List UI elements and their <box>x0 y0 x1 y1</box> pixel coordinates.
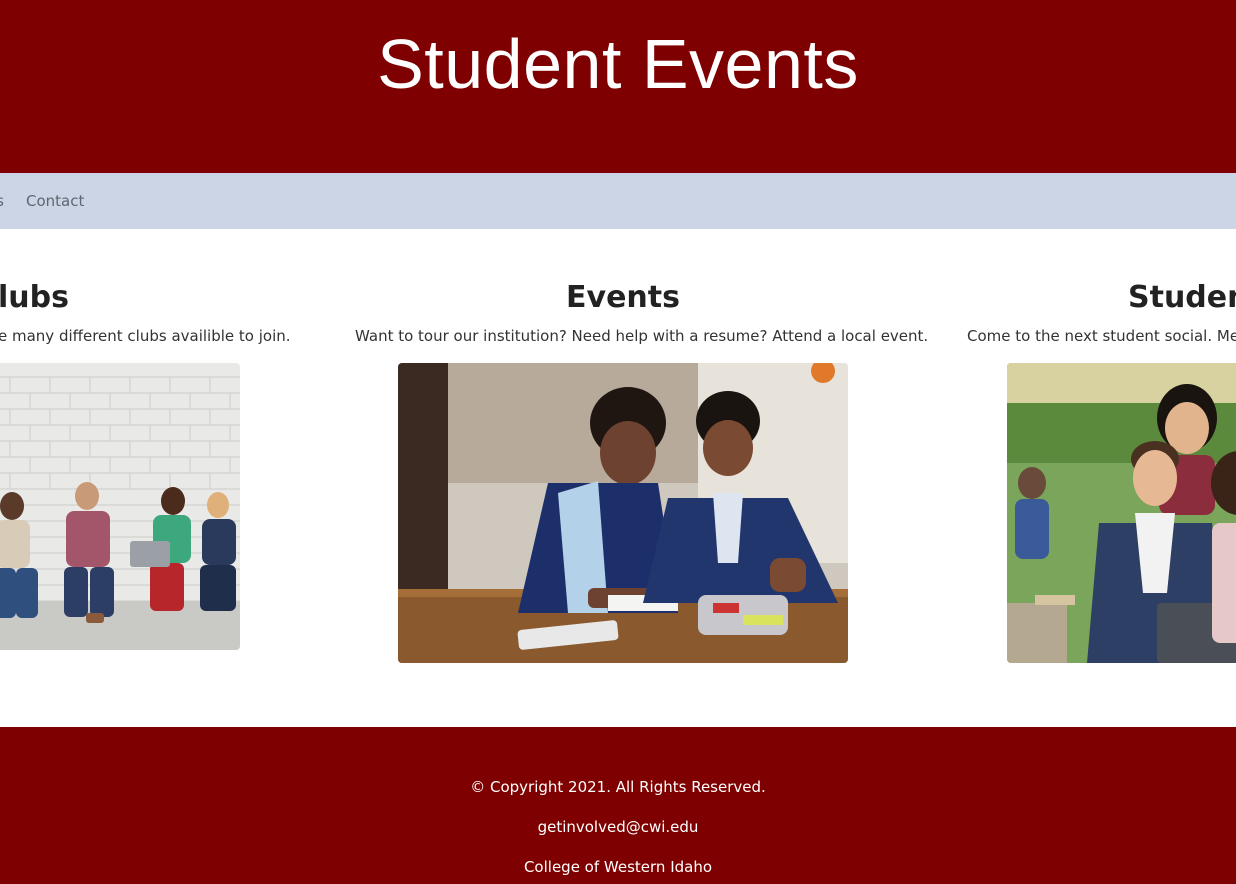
footer-college: College of Western Idaho <box>523 858 713 876</box>
navbar: rs Contact <box>0 173 1236 229</box>
site-footer: © Copyright 2021. All Rights Reserved. g… <box>0 727 1236 884</box>
page-title: Student Events <box>377 25 859 103</box>
events-photo-image <box>398 363 848 663</box>
clubs-photo-image <box>0 363 240 650</box>
nav-item-partial[interactable]: rs <box>0 191 4 211</box>
card-title-student: Student <box>1128 280 1236 315</box>
nav-item-contact[interactable]: Contact <box>26 191 84 211</box>
main-content: lubs e many different clubs availible to… <box>0 229 1236 727</box>
card-text-clubs: e many different clubs availible to join… <box>0 327 291 345</box>
card-title-events: Events <box>566 280 680 315</box>
events-photo <box>398 363 848 663</box>
student-photo <box>1007 363 1236 663</box>
clubs-photo <box>0 363 240 650</box>
footer-email-link[interactable]: getinvolved@cwi.edu <box>0 817 1236 837</box>
card-text-student: Come to the next student social. Meet <box>967 327 1236 345</box>
site-header: Student Events <box>0 0 1236 173</box>
student-photo-image <box>1007 363 1236 663</box>
card-text-events: Want to tour our institution? Need help … <box>355 327 929 345</box>
footer-copyright: © Copyright 2021. All Rights Reserved. <box>470 778 766 796</box>
